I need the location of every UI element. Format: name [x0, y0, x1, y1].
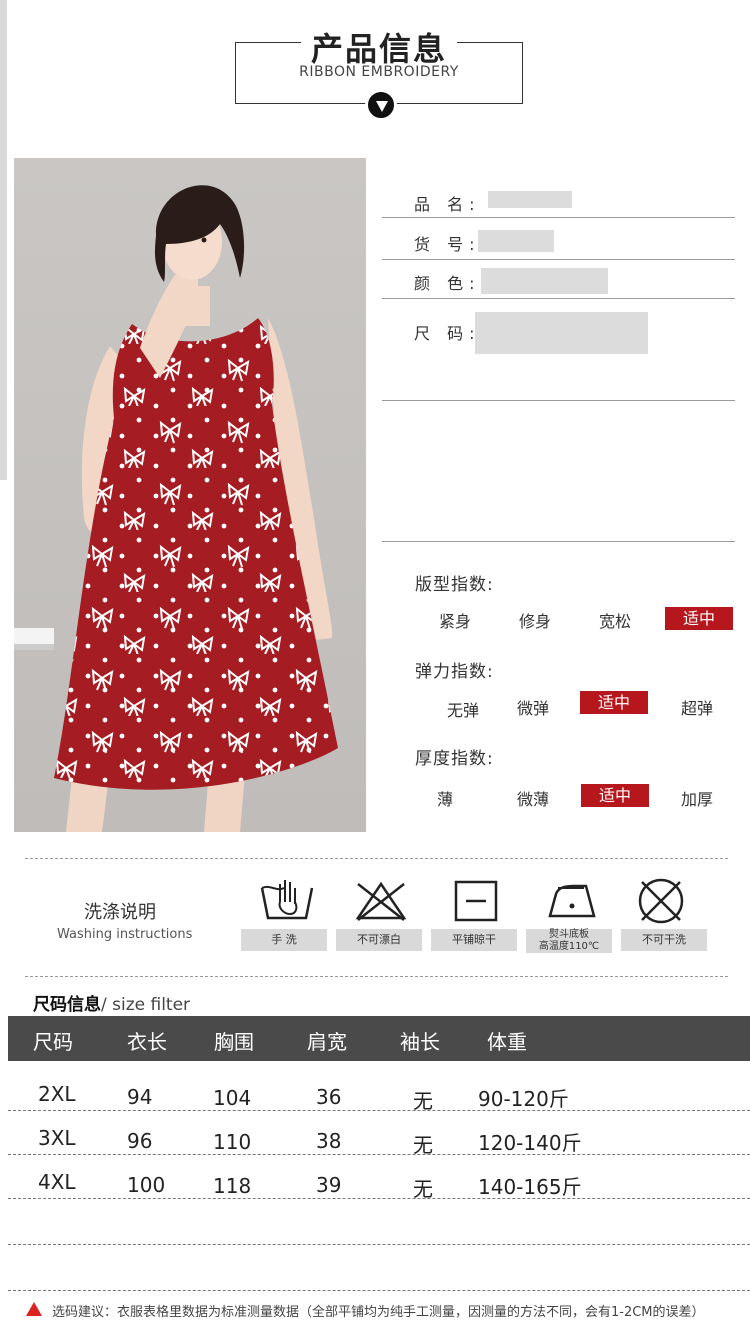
size-table-title: 尺码信息/ size filter [33, 990, 190, 1015]
page-subtitle: RIBBON EMBROIDERY [299, 64, 459, 80]
no-dry-clean-icon [638, 878, 684, 924]
thickness-option: 加厚 [680, 790, 713, 809]
size-table-header [8, 1016, 750, 1061]
thickness-option: 微薄 [516, 790, 549, 809]
table-cell: 100 [127, 1173, 166, 1197]
fit-option-selected: 适中 [665, 607, 733, 630]
table-cell: 140-165斤 [478, 1175, 582, 1199]
row-divider [8, 1198, 750, 1199]
divider [382, 217, 735, 218]
thickness-option-selected: 适中 [581, 784, 649, 807]
column-header: 肩宽 [307, 1030, 347, 1054]
iron-icon [548, 884, 596, 918]
stretch-option: 超弹 [680, 699, 713, 718]
hand-wash-icon [260, 880, 314, 920]
fit-option: 修身 [518, 612, 551, 631]
stretch-option: 无弹 [446, 701, 479, 720]
redacted-value [488, 191, 572, 208]
warning-icon [26, 1302, 42, 1316]
row-divider [8, 1110, 750, 1111]
column-header: 袖长 [400, 1030, 440, 1054]
thickness-index-title: 厚度指数: [415, 749, 494, 769]
washing-title-en: Washing instructions [57, 927, 193, 942]
row-divider [8, 1154, 750, 1155]
wash-label: 平铺晾干 [431, 929, 517, 951]
table-cell: 38 [316, 1129, 342, 1153]
table-cell: 90-120斤 [478, 1087, 569, 1111]
fit-option: 宽松 [598, 612, 631, 631]
no-bleach-icon [355, 881, 407, 921]
column-header: 尺码 [33, 1030, 73, 1054]
dashed-divider [25, 976, 728, 977]
table-cell: 118 [213, 1174, 252, 1198]
wash-label-iron: 熨斗底板 高温度110℃ [526, 929, 612, 953]
table-cell: 36 [316, 1085, 342, 1109]
info-label-color: 颜 色: [414, 274, 481, 293]
dashed-divider [25, 858, 728, 859]
stretch-option-selected: 适中 [580, 691, 648, 714]
table-cell: 2XL [38, 1082, 76, 1106]
wash-label: 不可漂白 [336, 929, 422, 951]
wash-label-line: 熨斗底板 [549, 929, 589, 940]
table-cell: 4XL [38, 1170, 76, 1194]
size-note: 选码建议：衣服表格里数据为标准测量数据（全部平铺均为纯手工测量，因测量的方法不同… [52, 1305, 705, 1320]
wash-label: 不可干洗 [621, 929, 707, 951]
left-edge-strip [0, 0, 7, 480]
divider [382, 541, 735, 542]
product-photo [14, 158, 366, 832]
row-divider [8, 1244, 750, 1245]
table-cell: 120-140斤 [478, 1131, 582, 1155]
table-cell: 94 [127, 1085, 153, 1109]
divider [382, 400, 735, 401]
wash-label: 手 洗 [241, 929, 327, 951]
info-label-sku: 货 号: [414, 235, 481, 254]
divider [382, 298, 735, 299]
fit-index-title: 版型指数: [415, 575, 494, 595]
redacted-value [475, 312, 648, 354]
column-header: 胸围 [214, 1030, 254, 1054]
table-cell: 96 [127, 1129, 153, 1153]
column-header: 体重 [487, 1030, 527, 1054]
column-header: 衣长 [127, 1030, 167, 1054]
table-cell: 110 [213, 1130, 252, 1154]
size-title-bold: 尺码信息 [33, 995, 101, 1015]
chevron-down-icon [365, 89, 397, 121]
thickness-option: 薄 [436, 790, 453, 809]
fit-option: 紧身 [438, 612, 471, 631]
info-label-size: 尺 码: [414, 324, 481, 343]
divider [382, 259, 735, 260]
page-title: 产品信息 [300, 30, 457, 68]
size-title-rest: / size filter [101, 995, 191, 1015]
info-label-name: 品 名: [414, 195, 481, 214]
table-cell: 104 [213, 1086, 252, 1110]
redacted-value [478, 230, 554, 252]
redacted-value [481, 268, 608, 294]
row-divider [8, 1290, 750, 1291]
washing-title-cn: 洗涤说明 [84, 902, 156, 923]
table-cell: 3XL [38, 1126, 76, 1150]
dry-flat-icon [454, 880, 498, 922]
wash-label-line: 高温度110℃ [538, 941, 600, 952]
stretch-option: 微弹 [516, 699, 549, 718]
table-cell: 39 [316, 1173, 342, 1197]
stretch-index-title: 弹力指数: [415, 662, 494, 682]
